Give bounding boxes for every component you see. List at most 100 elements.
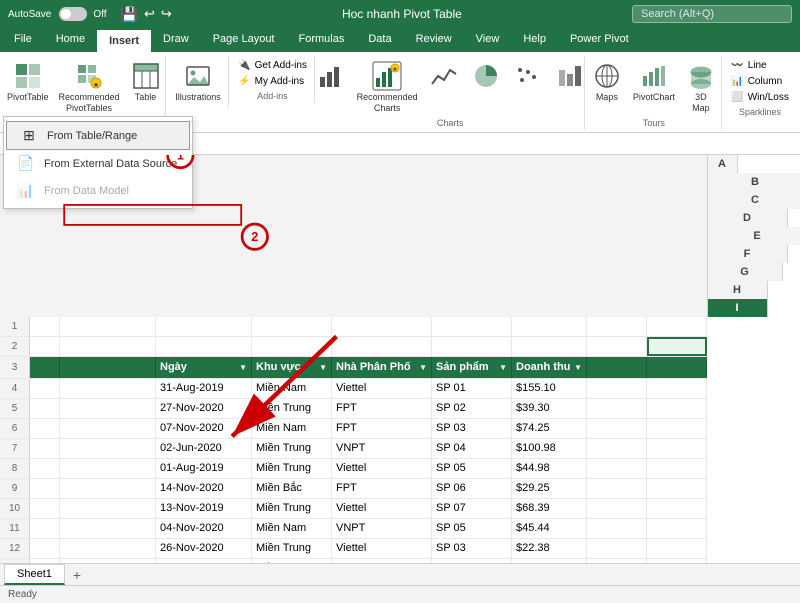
cell-distributor[interactable]: FPT	[332, 479, 432, 498]
tab-review[interactable]: Review	[404, 28, 464, 52]
cell-2e[interactable]	[332, 337, 432, 356]
cell-1i[interactable]	[647, 317, 707, 336]
cell[interactable]	[30, 399, 60, 418]
cell-product[interactable]: SP 01	[432, 379, 512, 398]
cell[interactable]	[30, 559, 60, 563]
table-button[interactable]: Table	[126, 58, 166, 105]
cell-2d[interactable]	[252, 337, 332, 356]
header-cell-b[interactable]	[60, 357, 156, 378]
col-header-a[interactable]: A	[708, 155, 738, 173]
cell-revenue[interactable]: $22.38	[512, 539, 587, 558]
formula-input[interactable]	[94, 137, 796, 149]
insert-line-chart-button[interactable]	[424, 58, 464, 94]
cell[interactable]	[647, 479, 707, 498]
cell[interactable]	[60, 419, 156, 438]
cell[interactable]	[30, 519, 60, 538]
cell-product[interactable]: SP 07	[432, 499, 512, 518]
header-cell-doanhthu[interactable]: Doanh thu ▼	[512, 357, 587, 378]
cell[interactable]	[30, 439, 60, 458]
cell[interactable]	[647, 539, 707, 558]
cell-2a[interactable]	[30, 337, 60, 356]
add-sheet-button[interactable]: +	[67, 565, 87, 585]
filter-arrow-sanpham[interactable]: ▼	[499, 363, 507, 372]
cell-distributor[interactable]: VNPT	[332, 519, 432, 538]
cell-distributor[interactable]: FPT	[332, 559, 432, 563]
cell[interactable]	[647, 519, 707, 538]
tab-file[interactable]: File	[2, 28, 44, 52]
header-cell-khuvuc[interactable]: Khu vực ▼	[252, 357, 332, 378]
redo-icon[interactable]: ↪	[161, 6, 172, 22]
col-header-e[interactable]: E	[708, 227, 800, 245]
cell-date[interactable]: 27-Nov-2020	[156, 399, 252, 418]
cell-region[interactable]: Miền Trung	[252, 539, 332, 558]
cell-2f[interactable]	[432, 337, 512, 356]
filter-arrow-khuvuc[interactable]: ▼	[319, 363, 327, 372]
header-cell-ngay[interactable]: Ngày ▼	[156, 357, 252, 378]
insert-column-chart-button[interactable]	[311, 58, 351, 94]
cell[interactable]	[647, 559, 707, 563]
cell[interactable]	[587, 559, 647, 563]
header-cell-a[interactable]	[30, 357, 60, 378]
cell[interactable]	[30, 419, 60, 438]
cell-region[interactable]: Miền Bắc	[252, 479, 332, 498]
col-header-g[interactable]: G	[708, 263, 783, 281]
cell-region[interactable]: Miền Nam	[252, 379, 332, 398]
cell-1a[interactable]	[30, 317, 60, 336]
tab-pagelayout[interactable]: Page Layout	[201, 28, 287, 52]
cell-date[interactable]: 13-Nov-2019	[156, 499, 252, 518]
cell[interactable]	[30, 459, 60, 478]
cell-2g[interactable]	[512, 337, 587, 356]
tab-data[interactable]: Data	[356, 28, 403, 52]
save-icon[interactable]: 💾	[121, 6, 138, 23]
cell-date[interactable]: 02-Jun-2020	[156, 439, 252, 458]
cell-region[interactable]: Miền Trung	[252, 459, 332, 478]
cell-region[interactable]: Miền Nam	[252, 419, 332, 438]
cell-revenue[interactable]: $74.25	[512, 419, 587, 438]
cell-2c[interactable]	[156, 337, 252, 356]
undo-icon[interactable]: ↩	[144, 6, 155, 22]
cell-revenue[interactable]: $155.10	[512, 379, 587, 398]
cell[interactable]	[587, 459, 647, 478]
cell[interactable]	[647, 379, 707, 398]
cell[interactable]	[647, 399, 707, 418]
header-cell-h[interactable]	[587, 357, 647, 378]
search-input[interactable]	[632, 5, 792, 23]
cell[interactable]	[587, 439, 647, 458]
dropdown-from-table-range[interactable]: ⊞ From Table/Range	[6, 121, 190, 150]
cell-1e[interactable]	[332, 317, 432, 336]
cell-product[interactable]: SP 03	[432, 539, 512, 558]
cell-revenue[interactable]: $39.30	[512, 399, 587, 418]
dropdown-from-external[interactable]: 📄 From External Data Source	[4, 150, 192, 177]
cell[interactable]	[587, 499, 647, 518]
insert-other-charts-button[interactable]	[550, 58, 590, 94]
autosave-toggle[interactable]	[59, 7, 87, 21]
maps-button[interactable]: Maps	[587, 58, 627, 105]
cell-date[interactable]: 31-Aug-2019	[156, 379, 252, 398]
tab-view[interactable]: View	[464, 28, 512, 52]
cell-revenue[interactable]: $45.44	[512, 519, 587, 538]
my-addins-button[interactable]: ⚡ My Add-ins	[234, 74, 311, 89]
sparkline-column-button[interactable]: 📊 Column	[727, 74, 793, 89]
cell[interactable]	[647, 459, 707, 478]
cell-revenue[interactable]: $29.25	[512, 479, 587, 498]
tab-powerpivot[interactable]: Power Pivot	[558, 28, 641, 52]
cell-product[interactable]: SP 05	[432, 459, 512, 478]
illustrations-button[interactable]: Illustrations	[171, 58, 225, 105]
cell-revenue[interactable]: $44.98	[512, 459, 587, 478]
cell-1h[interactable]	[587, 317, 647, 336]
cell-product[interactable]: SP 03	[432, 419, 512, 438]
recommended-pivot-tables-button[interactable]: ★ RecommendedPivotTables	[55, 58, 124, 116]
cell-distributor[interactable]: Viettel	[332, 539, 432, 558]
cell-date[interactable]: 14-Nov-2020	[156, 479, 252, 498]
cell-product[interactable]: SP 05	[432, 519, 512, 538]
cell-region[interactable]: Miền Trung	[252, 399, 332, 418]
tab-formulas[interactable]: Formulas	[287, 28, 357, 52]
cell-1g[interactable]	[512, 317, 587, 336]
cell-date[interactable]: 04-Nov-2020	[156, 519, 252, 538]
filter-arrow-nhaphanpho[interactable]: ▼	[419, 363, 427, 372]
cell-distributor[interactable]: Viettel	[332, 379, 432, 398]
col-header-i[interactable]: I	[708, 299, 768, 317]
cell[interactable]	[60, 379, 156, 398]
recommended-charts-button[interactable]: ★ RecommendedCharts	[353, 58, 422, 116]
cell-distributor[interactable]: Viettel	[332, 459, 432, 478]
